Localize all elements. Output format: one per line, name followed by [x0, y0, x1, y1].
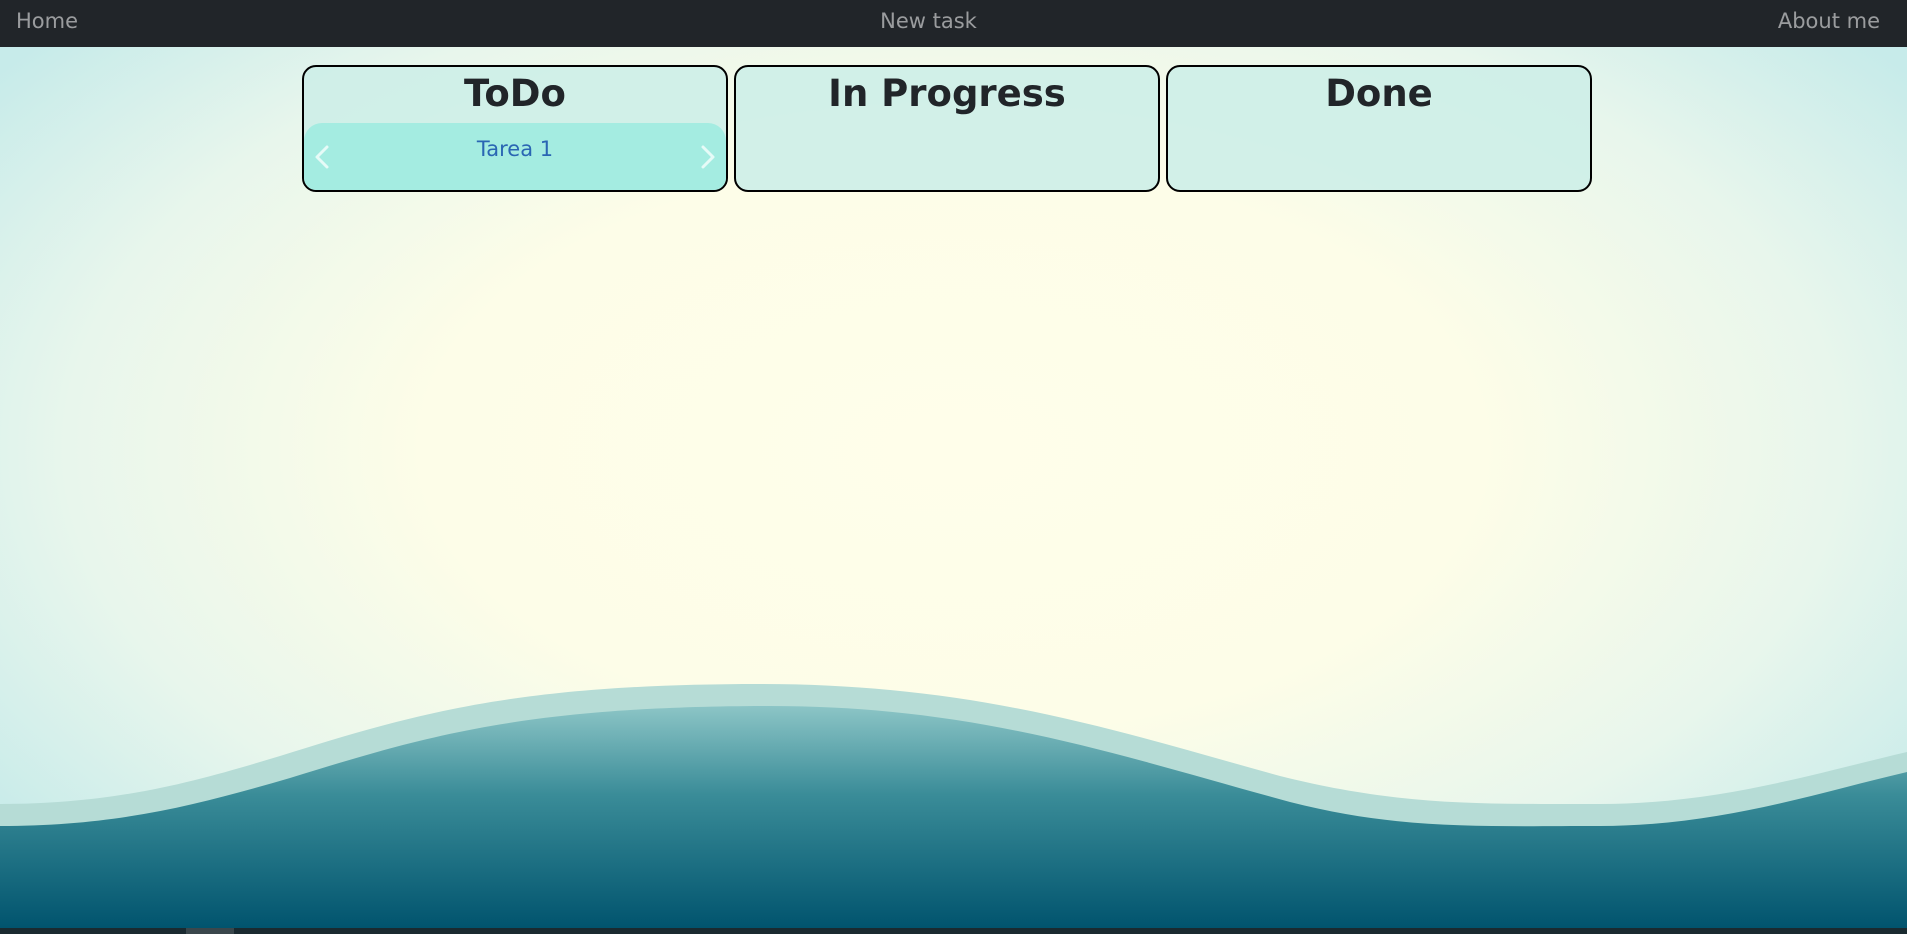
wave-decoration [0, 684, 1907, 928]
navbar: Home New task About me [0, 0, 1907, 47]
horizontal-scrollbar[interactable] [0, 928, 1907, 934]
scrollbar-thumb[interactable] [186, 928, 234, 934]
column-done: Done [1166, 65, 1592, 192]
nav-about-link[interactable]: About me [1778, 0, 1880, 47]
chevron-right-icon[interactable] [686, 137, 726, 177]
kanban-board: ToDo Tarea 1 In Progress Done [302, 65, 1594, 192]
column-title-todo: ToDo [464, 72, 566, 115]
column-todo: ToDo Tarea 1 [302, 65, 728, 192]
task-carousel: Tarea 1 [304, 123, 726, 190]
nav-new-task-link[interactable]: New task [0, 0, 1857, 47]
column-title-done: Done [1325, 72, 1433, 115]
task-card-title[interactable]: Tarea 1 [304, 137, 726, 161]
column-title-in-progress: In Progress [828, 72, 1066, 115]
chevron-left-icon[interactable] [304, 137, 344, 177]
column-in-progress: In Progress [734, 65, 1160, 192]
